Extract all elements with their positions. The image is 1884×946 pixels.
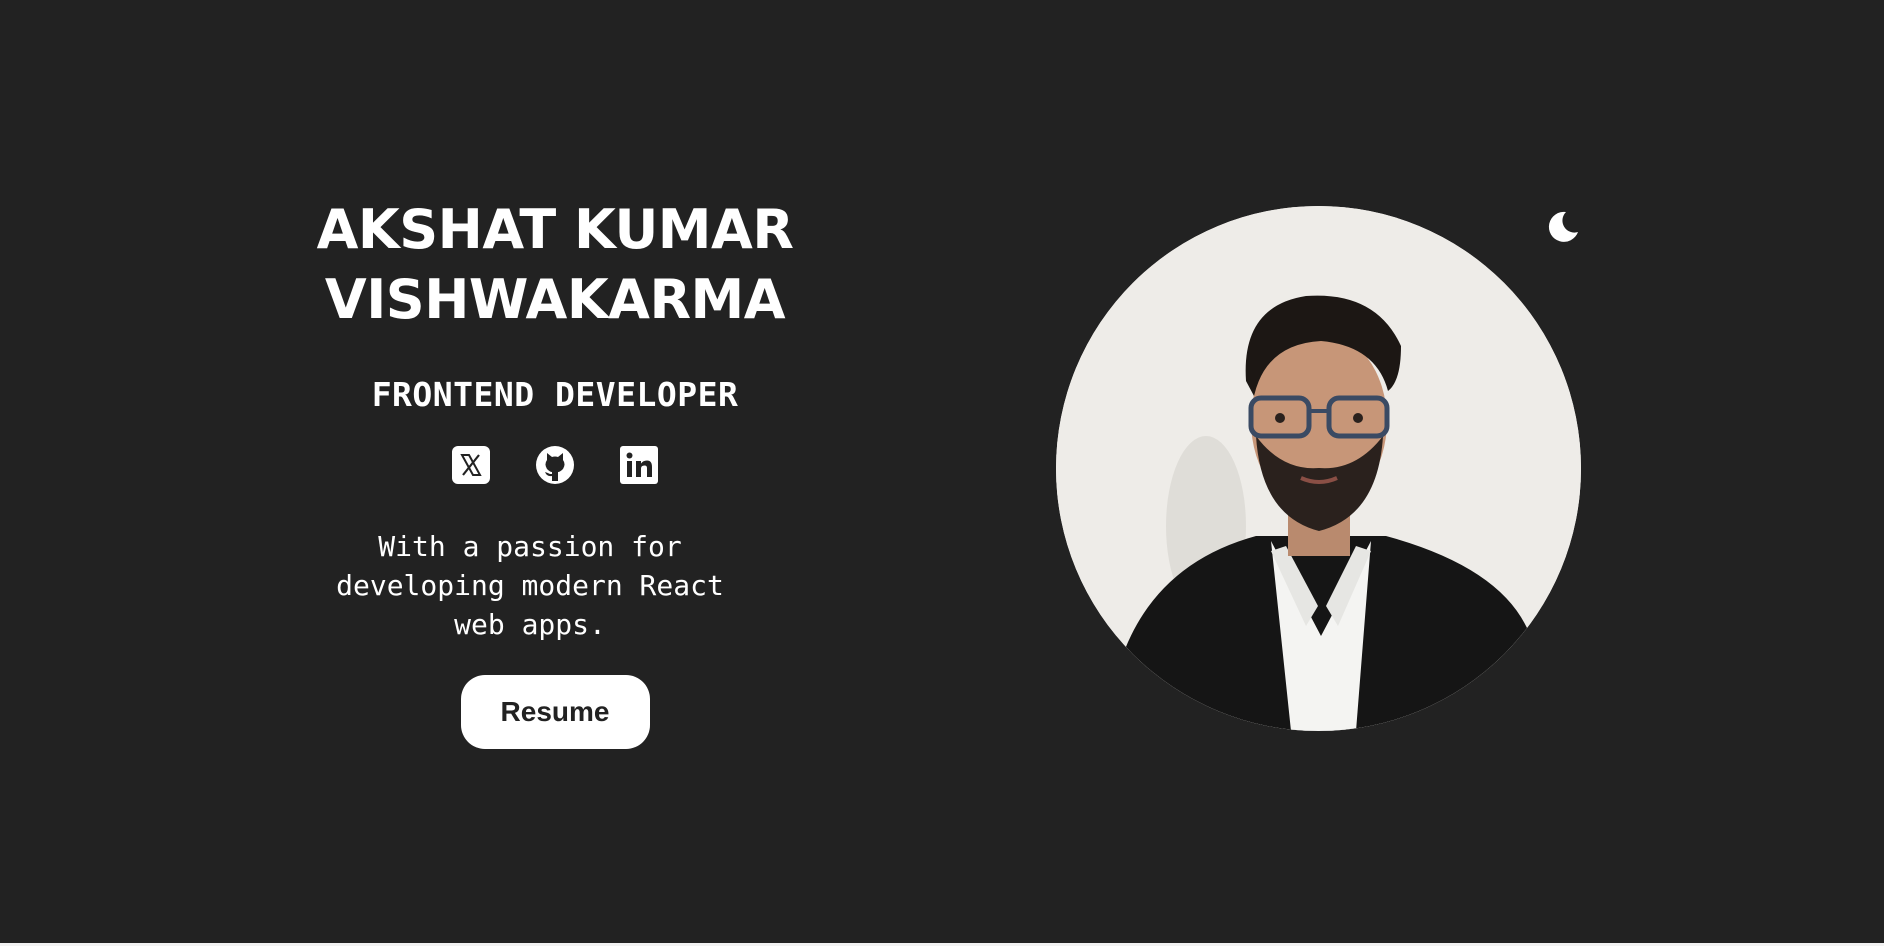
moon-icon [1548,211,1578,242]
x-twitter-link[interactable] [451,445,491,485]
hero-section: AKSHAT KUMAR VISHWAKARMA FRONTEND DEVELO… [0,0,1884,943]
theme-toggle-button[interactable] [1540,204,1586,250]
linkedin-icon [620,446,658,484]
avatar [1056,206,1581,731]
social-links [255,445,855,485]
page-title: AKSHAT KUMAR VISHWAKARMA [255,195,855,335]
github-icon [536,446,574,484]
tagline: With a passion for developing modern Rea… [336,530,724,641]
hero-intro: AKSHAT KUMAR VISHWAKARMA FRONTEND DEVELO… [255,195,855,749]
name-line-1: AKSHAT KUMAR [316,198,794,261]
linkedin-link[interactable] [619,445,659,485]
name-line-2: VISHWAKARMA [324,268,786,331]
resume-button[interactable]: Resume [460,675,650,749]
github-link[interactable] [535,445,575,485]
profile-photo [1056,206,1581,731]
x-twitter-icon [452,446,490,484]
job-title: FRONTEND DEVELOPER [371,375,739,414]
